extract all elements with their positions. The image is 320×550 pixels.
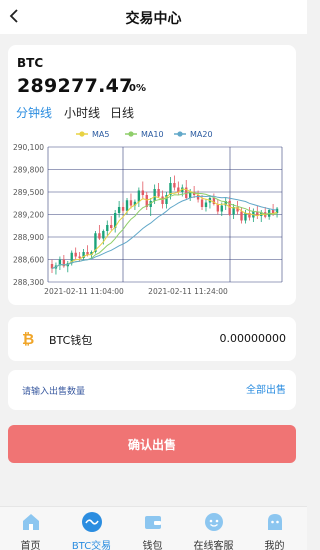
candle-body xyxy=(78,256,81,258)
legend-label-2: MA20 xyxy=(190,130,213,139)
ma-line-ma20 xyxy=(51,195,278,269)
confirm-sell-button[interactable]: 确认出售 xyxy=(8,425,296,463)
candle-body xyxy=(137,190,141,202)
candle-body xyxy=(129,200,133,206)
candle-body xyxy=(157,189,160,197)
ticker-price: 289277.47 xyxy=(17,75,133,97)
tab-btc-trade-label: BTC交易 xyxy=(71,541,112,550)
bottom-tab-bar: 首页 BTC交易 钱包 在线客服 我的 xyxy=(0,506,307,550)
bitcoin-icon: ₿ xyxy=(22,330,35,348)
y-tick-label-2: 289,500 xyxy=(13,188,44,197)
tab-customer-service[interactable]: 在线客服 xyxy=(183,507,244,550)
wallet-balance: 0.00000000 xyxy=(219,332,286,345)
customer-service-icon xyxy=(204,513,223,531)
candle-body xyxy=(173,183,176,188)
legend-label-0: MA5 xyxy=(92,130,109,139)
tab-profile[interactable]: 我的 xyxy=(244,507,305,550)
y-tick-label-1: 289,800 xyxy=(13,166,44,175)
tab-home-label: 首页 xyxy=(20,541,41,550)
top-bar: 交易中心 xyxy=(0,0,307,34)
wallet-icon xyxy=(144,516,161,529)
tab-btc-trade[interactable]: BTC交易 xyxy=(61,507,122,550)
profile-icon xyxy=(267,514,282,530)
x-tick-label-0: 2021-02-11 11:04:00 xyxy=(44,287,124,296)
candle-body xyxy=(98,233,101,239)
ma-line-ma10 xyxy=(51,191,278,269)
sell-quantity-input[interactable] xyxy=(22,384,212,400)
candle-body xyxy=(220,205,223,212)
y-tick-label-6: 288,300 xyxy=(13,278,44,287)
candle-body xyxy=(240,211,243,221)
tab-wallet-label: 钱包 xyxy=(142,541,163,550)
y-tick-label-5: 288,600 xyxy=(13,256,44,265)
candle-body xyxy=(244,213,247,221)
page-title: 交易中心 xyxy=(125,11,182,27)
candle-body xyxy=(153,189,156,201)
candle-body xyxy=(271,210,275,213)
candle-body xyxy=(141,190,144,195)
tab-home[interactable]: 首页 xyxy=(0,507,61,550)
tab-hour[interactable]: 小时线 xyxy=(64,104,100,121)
ticker-symbol: BTC xyxy=(17,56,44,70)
candle-body xyxy=(161,196,164,204)
legend-marker-0 xyxy=(79,131,85,137)
legend-marker-2 xyxy=(177,131,183,137)
sell-card: 全部出售 xyxy=(8,370,296,410)
sell-all-button[interactable]: 全部出售 xyxy=(246,381,286,396)
tab-customer-service-label: 在线客服 xyxy=(193,541,234,550)
tab-minute[interactable]: 分钟线 xyxy=(16,104,52,121)
legend-marker-1 xyxy=(128,131,134,137)
tab-profile-label: 我的 xyxy=(264,541,285,550)
y-tick-label-4: 288,900 xyxy=(13,233,44,242)
wallet-card: ₿ BTC钱包 0.00000000 xyxy=(8,317,296,361)
candle-body xyxy=(74,252,77,257)
y-tick-label-0: 290,100 xyxy=(13,143,44,152)
candle-body xyxy=(110,225,113,228)
legend-label-1: MA10 xyxy=(141,130,164,139)
candle-body xyxy=(125,200,129,211)
tab-wallet[interactable]: 钱包 xyxy=(122,507,183,550)
candle-body xyxy=(216,204,220,212)
candlestick-chart: MA5 MA10 MA20 290,100 289,800 289,500 289,200 2… xyxy=(13,130,283,296)
x-tick-label-1: 2021-02-11 11:24:00 xyxy=(148,287,228,296)
home-icon xyxy=(22,514,39,530)
ticker-change: 0% xyxy=(129,83,146,94)
candle-body xyxy=(200,199,204,207)
candle-body xyxy=(204,202,208,207)
candle-body xyxy=(102,231,105,239)
wallet-name: BTC钱包 xyxy=(49,334,93,347)
y-tick-label-3: 289,200 xyxy=(13,211,44,220)
price-card: BTC 289277.47 0% 分钟线 小时线 日线 MA5 MA10 MA20 2… xyxy=(8,45,296,305)
trade-wave-icon xyxy=(81,512,102,532)
candle-body xyxy=(121,207,125,211)
candle-body xyxy=(106,225,109,231)
tab-day[interactable]: 日线 xyxy=(110,104,134,121)
candle-body xyxy=(117,207,121,213)
